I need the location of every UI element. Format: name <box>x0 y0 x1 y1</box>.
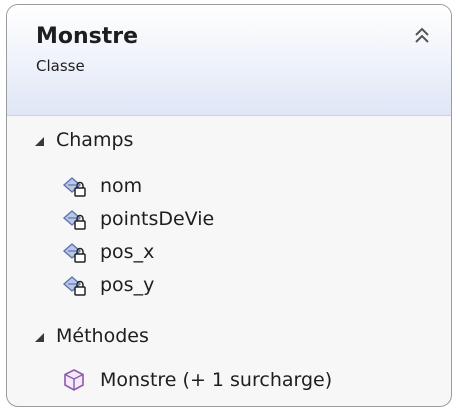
expanded-triangle-icon[interactable] <box>35 136 44 146</box>
field-label: nom <box>100 175 143 197</box>
expanded-triangle-icon[interactable] <box>35 332 44 342</box>
private-field-icon <box>62 276 86 296</box>
section-label: Champs <box>56 129 134 151</box>
field-label: pos_y <box>100 274 155 296</box>
field-item-pos-x[interactable]: pos_x <box>62 239 154 265</box>
field-item-pointsdevie[interactable]: pointsDeVie <box>62 206 214 232</box>
class-kind: Classe <box>36 57 85 75</box>
field-item-pos-y[interactable]: pos_y <box>62 272 154 298</box>
field-label: pos_x <box>100 241 155 263</box>
field-label: pointsDeVie <box>100 208 215 230</box>
private-field-icon <box>62 243 86 263</box>
section-header-methods[interactable]: Méthodes <box>35 323 149 349</box>
private-field-icon <box>62 177 86 197</box>
private-field-icon <box>62 210 86 230</box>
section-label: Méthodes <box>56 325 149 347</box>
field-item-nom[interactable]: nom <box>62 173 142 199</box>
double-chevron-up-icon[interactable] <box>411 25 433 47</box>
section-header-fields[interactable]: Champs <box>35 127 133 153</box>
class-shape[interactable]: Monstre Classe Champs nom pointsDeVie po… <box>6 4 452 407</box>
method-item-constructor[interactable]: Monstre (+ 1 surcharge) <box>62 367 332 393</box>
method-label: Monstre (+ 1 surcharge) <box>100 369 333 391</box>
class-name: Monstre <box>36 24 139 49</box>
method-cube-icon <box>64 369 84 391</box>
class-header[interactable]: Monstre Classe <box>7 5 451 116</box>
